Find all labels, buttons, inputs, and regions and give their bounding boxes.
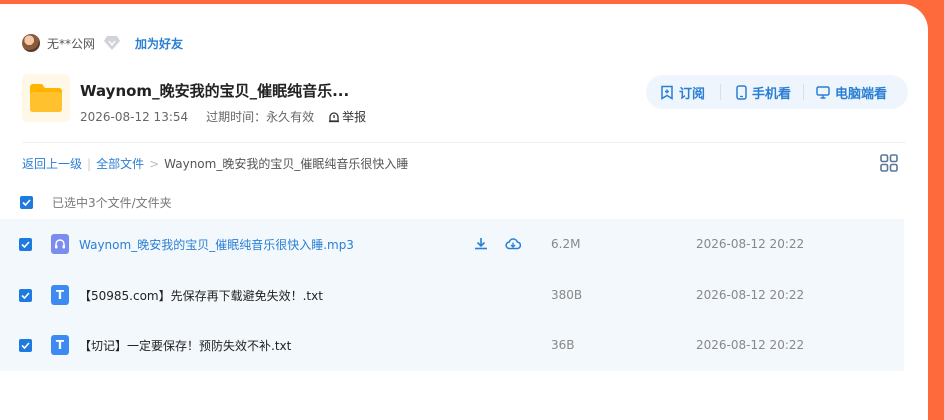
file-checkbox[interactable] bbox=[19, 237, 32, 251]
report-button[interactable]: 举报 bbox=[328, 108, 366, 125]
selection-count: 已选中3个文件/文件夹 bbox=[52, 195, 172, 210]
share-actions: 订阅 手机看 电脑端看 bbox=[646, 75, 908, 109]
file-size: 36B bbox=[551, 338, 575, 352]
grid-view-icon[interactable] bbox=[880, 154, 898, 172]
owner-username: 无**公网 bbox=[47, 36, 96, 51]
avatar[interactable] bbox=[22, 34, 40, 52]
expire-info: 过期时间：永久有效 bbox=[206, 110, 315, 124]
add-friend-button[interactable]: 加为好友 bbox=[135, 35, 183, 52]
monitor-icon bbox=[816, 85, 830, 99]
subscribe-button[interactable]: 订阅 bbox=[660, 83, 705, 102]
file-name[interactable]: Waynom_晚安我的宝贝_催眠纯音乐很快入睡.mp3 bbox=[79, 236, 354, 253]
divider bbox=[720, 84, 722, 100]
file-list: Waynom_晚安我的宝贝_催眠纯音乐很快入睡.mp3 6.2M 2026-08… bbox=[0, 219, 904, 371]
file-name[interactable]: 【50985.com】先保存再下载避免失效！.txt bbox=[79, 287, 323, 304]
file-row[interactable]: T 【50985.com】先保存再下载避免失效！.txt 380B 2026-0… bbox=[0, 270, 904, 320]
vip-diamond-icon bbox=[104, 36, 121, 50]
file-row[interactable]: T 【切记】一定要保存！预防失效不补.txt 36B 2026-08-12 20… bbox=[0, 320, 904, 370]
share-title: Waynom_晚安我的宝贝_催眠纯音乐... bbox=[80, 82, 350, 100]
check-icon bbox=[21, 341, 30, 349]
desktop-view-label: 电脑端看 bbox=[835, 86, 888, 102]
share-meta: 2026-08-12 13:54 过期时间：永久有效 举报 bbox=[80, 108, 366, 125]
text-file-icon: T bbox=[51, 285, 69, 305]
phone-icon bbox=[736, 84, 747, 100]
breadcrumb-divider: | bbox=[87, 156, 92, 171]
share-card: 无**公网 加为好友 Waynom_晚安我的宝贝_催眠纯音乐... 2026-0… bbox=[0, 4, 928, 420]
report-label: 举报 bbox=[342, 110, 367, 124]
file-checkbox[interactable] bbox=[19, 288, 32, 302]
breadcrumb-current: Waynom_晚安我的宝贝_催眠纯音乐很快入睡 bbox=[164, 157, 409, 171]
file-date: 2026-08-12 20:22 bbox=[696, 338, 805, 352]
report-icon bbox=[329, 111, 340, 122]
file-row[interactable]: Waynom_晚安我的宝贝_催眠纯音乐很快入睡.mp3 6.2M 2026-08… bbox=[0, 219, 904, 269]
owner-info: 无**公网 加为好友 bbox=[22, 30, 183, 56]
file-name[interactable]: 【切记】一定要保存！预防失效不补.txt bbox=[79, 337, 291, 354]
header-divider bbox=[22, 142, 906, 143]
file-date: 2026-08-12 20:22 bbox=[696, 288, 805, 302]
subscribe-icon bbox=[661, 85, 673, 100]
back-link[interactable]: 返回上一级 bbox=[22, 155, 82, 172]
selection-bar: 已选中3个文件/文件夹 bbox=[0, 190, 904, 214]
file-checkbox[interactable] bbox=[19, 338, 32, 352]
folder-icon bbox=[22, 74, 70, 122]
divider bbox=[803, 84, 805, 100]
created-time: 2026-08-12 13:54 bbox=[80, 109, 189, 124]
file-date: 2026-08-12 20:22 bbox=[696, 237, 805, 251]
check-icon bbox=[21, 240, 30, 248]
audio-file-icon bbox=[51, 234, 69, 254]
save-to-cloud-icon[interactable] bbox=[505, 236, 521, 252]
mobile-view-button[interactable]: 手机看 bbox=[736, 83, 791, 102]
breadcrumb-separator: > bbox=[149, 156, 160, 171]
breadcrumb: 返回上一级 | 全部文件 > Waynom_晚安我的宝贝_催眠纯音乐很快入睡 bbox=[22, 155, 408, 172]
select-all-checkbox[interactable] bbox=[20, 195, 33, 209]
file-size: 6.2M bbox=[551, 237, 581, 251]
desktop-view-button[interactable]: 电脑端看 bbox=[816, 83, 887, 102]
all-files-link[interactable]: 全部文件 bbox=[96, 155, 144, 172]
subscribe-label: 订阅 bbox=[679, 86, 706, 102]
text-file-icon: T bbox=[51, 335, 69, 355]
mobile-view-label: 手机看 bbox=[752, 86, 792, 102]
check-icon bbox=[21, 291, 30, 299]
file-size: 380B bbox=[551, 288, 583, 302]
check-icon bbox=[22, 198, 31, 206]
download-icon[interactable] bbox=[473, 236, 489, 252]
